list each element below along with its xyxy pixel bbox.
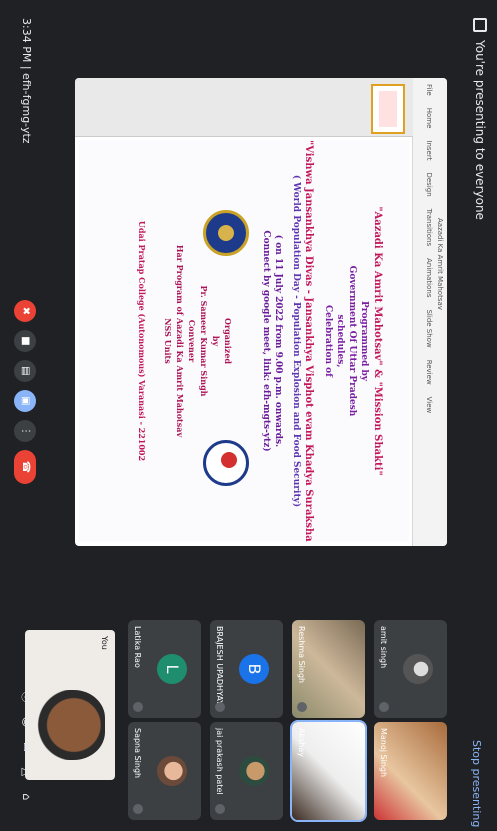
participant-name: Latika Rao [133,626,142,668]
microphone-button[interactable]: ✖ [14,300,36,322]
slide-thumbnails [75,78,413,137]
leave-call-button[interactable]: ☎ [14,450,36,484]
participant-name: Manoj Singh [379,728,388,778]
more-icon: ⋮ [20,426,31,436]
avatar: B [239,654,269,684]
slide-line: Connect by google meet, link: efh-mgts-y… [261,230,271,452]
camera-button[interactable]: ■ [14,330,36,352]
stop-presenting-button[interactable]: Stop presenting [470,740,483,827]
ribbon-tab[interactable]: Animations [425,258,433,297]
mic-off-icon [379,702,389,712]
slide-line: ( World Population Day - Population Expl… [291,174,301,508]
participant-tile[interactable]: Manoj Singh [374,722,447,820]
people-icon[interactable]: ☺ [19,715,33,729]
slide-line: schedules, [335,314,345,368]
thumbnail-preview [379,91,397,127]
participant-tile[interactable]: L Latika Rao [128,620,201,718]
avatar [239,756,269,786]
slide-line: by [211,335,221,347]
slide-line: Organized [223,317,233,365]
slide-line: Convener [187,319,197,363]
participant-tile-active[interactable]: Akshay [290,719,367,823]
present-now-button[interactable]: ▣ [14,390,36,412]
presenting-text: You're presenting to everyone [473,40,487,220]
ribbon-tab[interactable]: File [425,84,433,96]
participant-name: BRAJESH UPADHYAY [215,626,224,706]
ribbon-tab[interactable]: Transitions [425,209,433,247]
slide-line: Har Program of Aazadi Ka Amrit Mahotsav [175,244,185,438]
slide-event-title: "Vishwa Jansankhya Divas - Jansankhya Vi… [303,140,314,546]
mic-off-icon [297,702,307,712]
participant-name: jai prakash patel [215,728,224,795]
slide-line: Pr. Sameer Kumar Singh [199,285,209,397]
ribbon-tab[interactable]: Review [425,360,433,385]
slide-line: ( on 11 July 2022 from 9.00 p.m. onwards… [273,234,283,448]
google-meet-window: You're presenting to everyone Stop prese… [0,0,497,831]
avatar: L [157,654,187,684]
avatar [157,756,187,786]
mic-off-icon: ✖ [20,306,31,316]
participant-name: amit singh [379,626,388,669]
participant-tile[interactable]: amit singh [374,620,447,718]
participant-tile[interactable]: Reshma Singh [292,620,365,718]
camera-off-icon: ■ [20,336,31,346]
window-title: Aazadi Ka Amrit Mahotsav [436,218,444,310]
mic-off-icon [215,702,225,712]
ribbon-tab[interactable]: Design [425,172,433,196]
self-view-label: You [100,636,109,650]
present-icon [473,18,487,32]
slide-thumbnail[interactable] [371,84,405,134]
avatar [403,654,433,684]
ribbon-tab[interactable]: Insert [425,140,433,160]
participant-name: Reshma Singh [297,626,306,684]
slide-line: Udai Pratap College (Autonomous) Varanas… [137,220,147,462]
captions-button[interactable]: ▤ [14,360,36,382]
meeting-time: 3:34 PM [20,18,33,63]
info-icon[interactable]: ⓘ [19,690,33,704]
captions-icon: ▤ [20,366,31,376]
participant-tile[interactable]: jai prakash patel [210,722,283,820]
mic-off-icon [215,804,225,814]
ribbon-tab[interactable]: Slide Show [425,309,433,347]
presenting-bar: You're presenting to everyone Stop prese… [457,0,497,831]
slide-line: Celebration of [323,304,333,378]
slide-canvas: "Aazadi Ka Amrit Mahotsav" & "Mission Sh… [79,140,409,546]
participant-tile[interactable]: Sapna Singh [128,722,201,820]
slide-title: "Aazadi Ka Amrit Mahotsav" & "Mission Sh… [372,206,383,476]
mic-off-icon [133,804,143,814]
mic-off-icon [133,702,143,712]
meeting-info: 3:34 PM | efh-fgmg-ytz [20,18,33,144]
ribbon-tabs: File Home Insert Design Transitions Anim… [425,84,433,413]
participant-name: Akshay [297,728,306,757]
ribbon-tab[interactable]: Home [425,108,433,129]
presenting-notice: You're presenting to everyone [473,18,487,220]
shared-presentation-window: Aazadi Ka Amrit Mahotsav File Home Inser… [75,78,447,546]
lock-icon[interactable]: ⌂ [19,790,33,804]
slide-line: Government Of Uttar Pradesh [347,265,357,417]
more-options-button[interactable]: ⋮ [14,420,36,442]
app-toolbar: Aazadi Ka Amrit Mahotsav File Home Inser… [412,78,447,546]
separator: | [20,65,33,70]
end-call-icon: ☎ [20,460,31,474]
slide-line: NSS Units [163,318,173,364]
ribbon-tab[interactable]: View [425,397,433,414]
chat-icon[interactable]: ✉ [19,740,33,754]
slide-line: Programmed by [359,300,369,382]
participant-tile[interactable]: B BRAJESH UPADHYAY [210,620,283,718]
activities-icon[interactable]: △ [19,765,33,779]
present-icon: ▣ [20,396,31,406]
photo-of-screen: You're presenting to everyone Stop prese… [0,0,497,831]
participant-name: Sapna Singh [133,728,142,779]
meeting-code: efh-fgmg-ytz [20,73,33,144]
meeting-control-bar: 3:34 PM | efh-fgmg-ytz ✖ ■ ▤ ▣ ⋮ ☎ ⓘ ☺ ✉… [0,0,47,831]
